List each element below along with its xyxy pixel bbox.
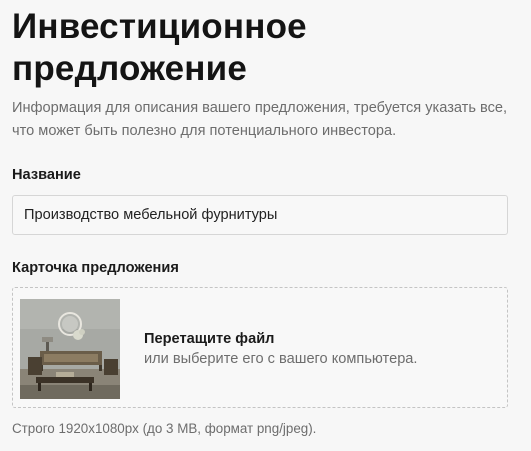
card-field-label: Карточка предложения: [12, 260, 179, 276]
file-dropzone[interactable]: Перетащите файл или выберите его с вашег…: [12, 287, 508, 408]
dropzone-title: Перетащите файл: [144, 331, 275, 347]
page-description: Информация для описания вашего предложен…: [12, 100, 508, 139]
thumbnail-image[interactable]: [20, 299, 120, 399]
name-input[interactable]: Производство мебельной фурнитуры: [12, 195, 508, 235]
interior-photo-icon: [20, 299, 120, 399]
name-input-value: Производство мебельной фурнитуры: [24, 207, 278, 223]
investment-offer-form: Инвестиционное предложение Информация дл…: [0, 0, 531, 451]
page-title: Инвестиционное предложение: [12, 7, 307, 88]
dropzone-subtitle[interactable]: или выберите его с вашего компьютера.: [144, 351, 417, 367]
file-requirements-hint: Строго 1920x1080px (до 3 MB, формат png/…: [12, 421, 317, 436]
name-field-label: Название: [12, 167, 81, 183]
